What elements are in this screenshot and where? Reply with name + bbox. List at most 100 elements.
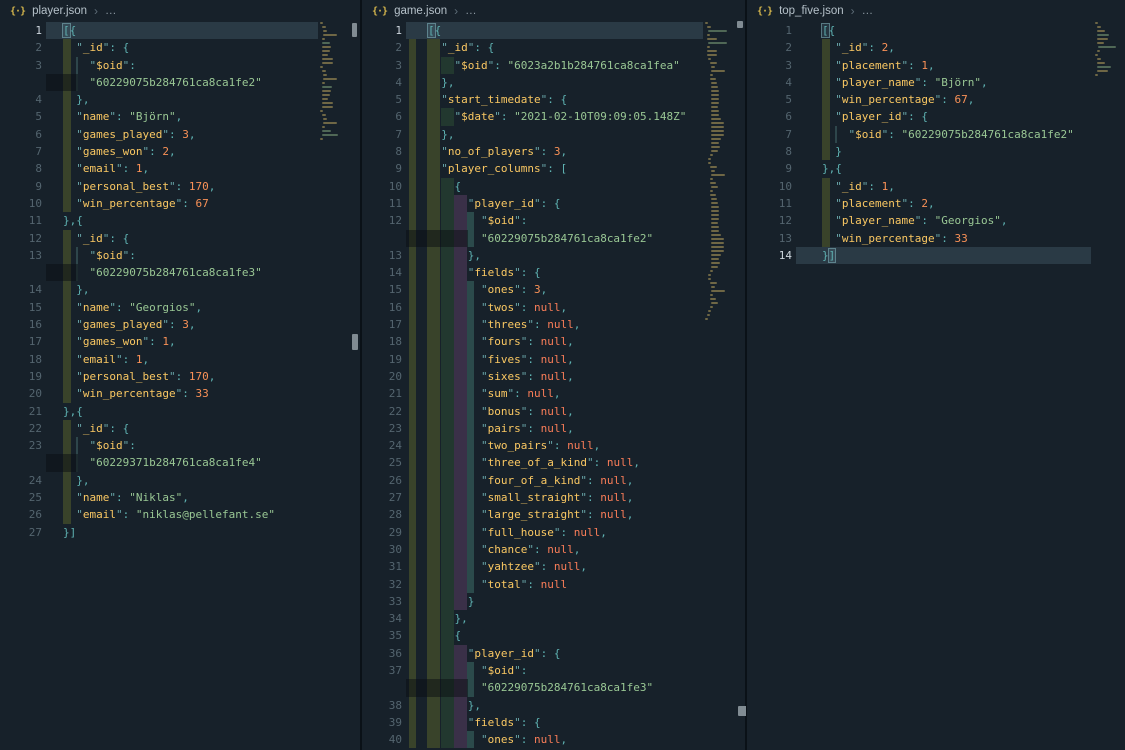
code-line[interactable]: 13 }, xyxy=(362,247,746,264)
line-number[interactable]: 6 xyxy=(0,126,42,143)
line-number[interactable]: 4 xyxy=(362,74,402,91)
line-number[interactable]: 11 xyxy=(747,195,792,212)
code-line[interactable]: 26 "four_of_a_kind": null, xyxy=(362,472,746,489)
line-number[interactable]: 22 xyxy=(362,403,402,420)
line-number[interactable]: 23 xyxy=(362,420,402,437)
code-line[interactable]: 11 "player_id": { xyxy=(362,195,746,212)
line-number[interactable]: 15 xyxy=(362,281,402,298)
code-line[interactable]: "60229075b284761ca8ca1fe2" xyxy=(0,74,359,91)
line-number[interactable]: 7 xyxy=(747,126,792,143)
code-area[interactable]: 1[{2 "_id": {3 "$oid": "6023a2b1b284761c… xyxy=(362,22,746,748)
code-line[interactable]: 15 "ones": 3, xyxy=(362,281,746,298)
line-number[interactable]: 38 xyxy=(362,697,402,714)
line-number[interactable]: 21 xyxy=(362,385,402,402)
line-number[interactable]: 5 xyxy=(747,91,792,108)
line-number[interactable]: 11 xyxy=(0,212,42,229)
line-number[interactable]: 1 xyxy=(0,22,42,39)
code-line[interactable]: 14 }, xyxy=(0,281,359,298)
line-number[interactable]: 10 xyxy=(0,195,42,212)
line-number[interactable]: 4 xyxy=(747,74,792,91)
line-number[interactable]: 32 xyxy=(362,576,402,593)
code-line[interactable]: "60229075b284761ca8ca1fe3" xyxy=(0,264,359,281)
code-line[interactable]: 12 "player_name": "Georgios", xyxy=(747,212,1125,229)
line-number[interactable]: 22 xyxy=(0,420,42,437)
code-line[interactable]: 24 }, xyxy=(0,472,359,489)
line-number[interactable]: 8 xyxy=(747,143,792,160)
code-line[interactable]: 25 "three_of_a_kind": null, xyxy=(362,454,746,471)
code-line[interactable]: 4 }, xyxy=(0,91,359,108)
code-line[interactable]: 10 "_id": 1, xyxy=(747,178,1125,195)
line-number[interactable]: 26 xyxy=(362,472,402,489)
line-number[interactable]: 2 xyxy=(362,39,402,56)
code-line[interactable]: 6 "$date": "2021-02-10T09:09:05.148Z" xyxy=(362,108,746,125)
line-number[interactable]: 9 xyxy=(747,160,792,177)
code-line[interactable]: 40 "ones": null, xyxy=(362,731,746,748)
line-number[interactable]: 14 xyxy=(362,264,402,281)
code-line[interactable]: 24 "two_pairs": null, xyxy=(362,437,746,454)
code-area[interactable]: 1[{2 "_id": 2,3 "placement": 1,4 "player… xyxy=(747,22,1125,264)
code-line[interactable]: 5 "name": "Björn", xyxy=(0,108,359,125)
code-line[interactable]: 19 "personal_best": 170, xyxy=(0,368,359,385)
code-line[interactable]: 13 "$oid": xyxy=(0,247,359,264)
code-line[interactable]: 14 "fields": { xyxy=(362,264,746,281)
line-number[interactable]: 23 xyxy=(0,437,42,454)
line-number[interactable]: 14 xyxy=(747,247,792,264)
code-line[interactable]: 3 "$oid": "6023a2b1b284761ca8ca1fea" xyxy=(362,57,746,74)
code-line[interactable]: 31 "yahtzee": null, xyxy=(362,558,746,575)
code-line[interactable]: 23 "$oid": xyxy=(0,437,359,454)
line-number[interactable]: 11 xyxy=(362,195,402,212)
line-number[interactable]: 29 xyxy=(362,524,402,541)
line-number[interactable]: 17 xyxy=(362,316,402,333)
line-number[interactable]: 16 xyxy=(362,299,402,316)
code-line[interactable]: 9},{ xyxy=(747,160,1125,177)
code-line[interactable]: 36 "player_id": { xyxy=(362,645,746,662)
line-number[interactable]: 40 xyxy=(362,731,402,748)
line-number[interactable]: 25 xyxy=(362,454,402,471)
code-line[interactable]: 30 "chance": null, xyxy=(362,541,746,558)
line-number[interactable]: 3 xyxy=(747,57,792,74)
line-number[interactable]: 12 xyxy=(747,212,792,229)
code-line[interactable]: 38 }, xyxy=(362,697,746,714)
code-line[interactable]: 5 "win_percentage": 67, xyxy=(747,91,1125,108)
line-number[interactable]: 26 xyxy=(0,506,42,523)
code-line[interactable]: 18 "email": 1, xyxy=(0,351,359,368)
line-number[interactable]: 3 xyxy=(362,57,402,74)
code-line[interactable]: 12 "$oid": xyxy=(362,212,746,229)
line-number[interactable]: 14 xyxy=(0,281,42,298)
line-number[interactable]: 25 xyxy=(0,489,42,506)
code-line[interactable]: 27 "small_straight": null, xyxy=(362,489,746,506)
line-number[interactable]: 16 xyxy=(0,316,42,333)
code-line[interactable]: 35 { xyxy=(362,627,746,644)
code-line[interactable]: 21},{ xyxy=(0,403,359,420)
line-number[interactable]: 10 xyxy=(362,178,402,195)
code-line[interactable]: 10 "win_percentage": 67 xyxy=(0,195,359,212)
code-line[interactable]: 29 "full_house": null, xyxy=(362,524,746,541)
code-line[interactable]: 9 "player_columns": [ xyxy=(362,160,746,177)
code-area[interactable]: 1[{2 "_id": {3 "$oid": "60229075b284761c… xyxy=(0,22,359,541)
line-number[interactable]: 7 xyxy=(0,143,42,160)
line-number[interactable]: 1 xyxy=(747,22,792,39)
code-line[interactable]: "60229075b284761ca8ca1fe3" xyxy=(362,679,746,696)
code-line[interactable]: "60229371b284761ca8ca1fe4" xyxy=(0,454,359,471)
line-number[interactable]: 33 xyxy=(362,593,402,610)
line-number[interactable]: 19 xyxy=(0,368,42,385)
code-line[interactable]: 28 "large_straight": null, xyxy=(362,506,746,523)
code-line[interactable]: 20 "sixes": null, xyxy=(362,368,746,385)
code-line[interactable]: 7 "games_won": 2, xyxy=(0,143,359,160)
line-number[interactable]: 5 xyxy=(0,108,42,125)
line-number[interactable]: 36 xyxy=(362,645,402,662)
code-line[interactable]: 14}] xyxy=(747,247,1125,264)
line-number[interactable]: 18 xyxy=(0,351,42,368)
line-number[interactable]: 1 xyxy=(362,22,402,39)
breadcrumb-ellipsis[interactable]: … xyxy=(105,5,117,17)
code-line[interactable]: 15 "name": "Georgios", xyxy=(0,299,359,316)
code-line[interactable]: 13 "win_percentage": 33 xyxy=(747,230,1125,247)
code-line[interactable]: 8 "no_of_players": 3, xyxy=(362,143,746,160)
line-number[interactable]: 24 xyxy=(0,472,42,489)
line-number[interactable]: 6 xyxy=(747,108,792,125)
line-number[interactable]: 21 xyxy=(0,403,42,420)
line-number[interactable]: 24 xyxy=(362,437,402,454)
code-line[interactable]: "60229075b284761ca8ca1fe2" xyxy=(362,230,746,247)
code-line[interactable]: 7 }, xyxy=(362,126,746,143)
minimap[interactable] xyxy=(320,22,346,142)
